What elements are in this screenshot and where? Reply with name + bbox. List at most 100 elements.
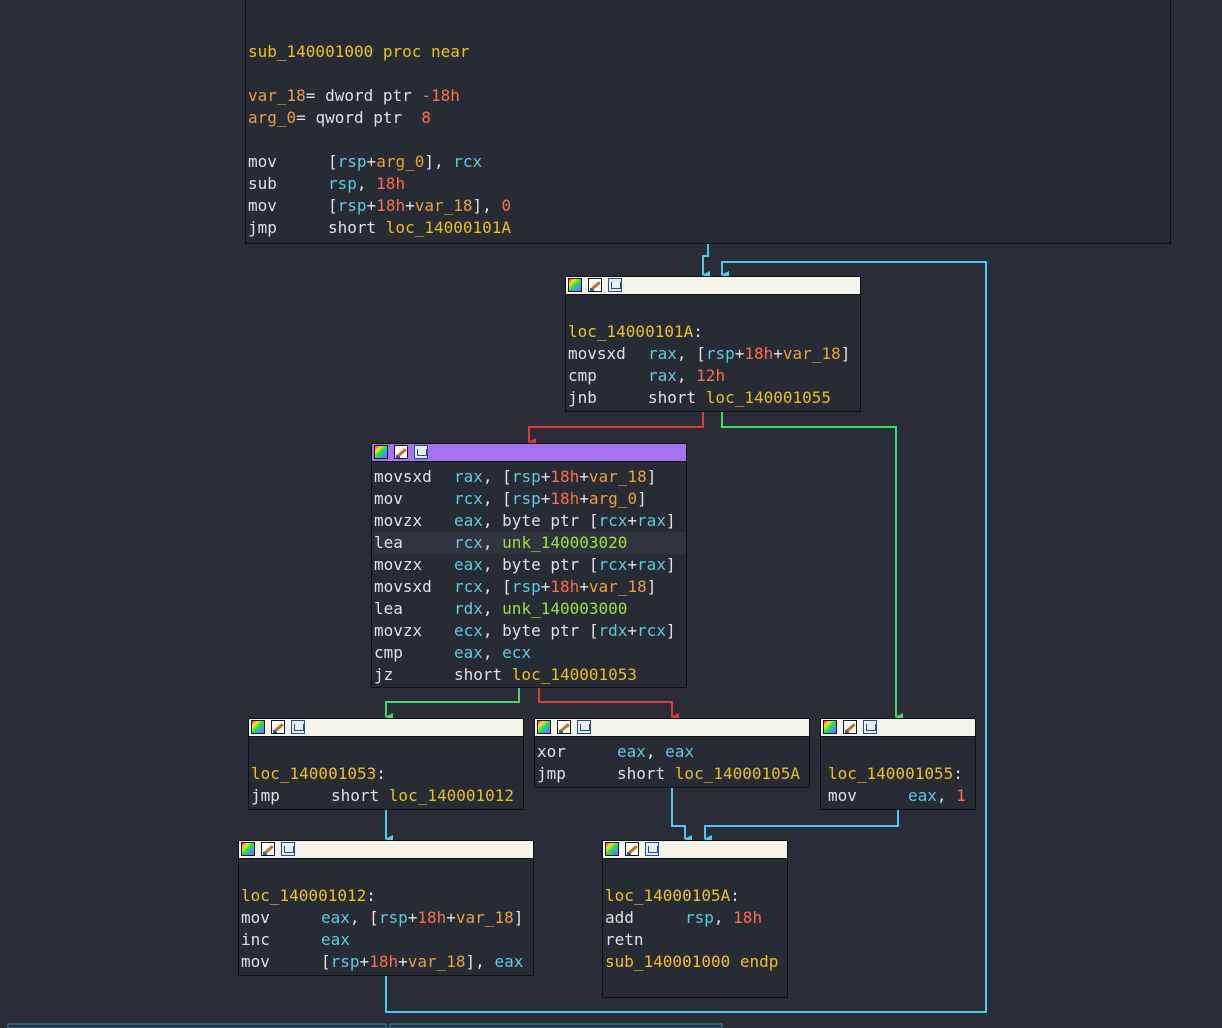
block-header[interactable] [239, 841, 533, 859]
register[interactable]: ecx [502, 643, 531, 662]
block-header-selected[interactable] [372, 444, 686, 462]
edit-icon[interactable] [625, 842, 639, 856]
mnemonic[interactable]: cmp [374, 642, 454, 664]
edit-icon[interactable] [394, 445, 408, 459]
register[interactable]: rsp [512, 467, 541, 486]
proc-declaration[interactable]: sub_140001000 proc near [248, 41, 1170, 63]
mnemonic[interactable]: jz [374, 664, 454, 686]
immediate[interactable]: 18h [376, 196, 405, 215]
register[interactable]: rax [648, 366, 677, 385]
register[interactable]: eax [494, 952, 523, 971]
edit-icon[interactable] [843, 720, 857, 734]
instruction-line[interactable]: retn [605, 929, 787, 951]
immediate[interactable]: 18h [369, 952, 398, 971]
instruction-line[interactable]: movsxd rax, [rsp+18h+var_18] [568, 343, 860, 365]
immediate[interactable]: 18h [376, 174, 405, 193]
mnemonic[interactable]: jmp [537, 763, 617, 785]
color-icon[interactable] [251, 720, 265, 734]
register[interactable]: eax [454, 555, 483, 574]
register[interactable]: rcx [599, 511, 628, 530]
block-label[interactable]: loc_14000101A [568, 322, 693, 341]
mnemonic[interactable]: jnb [568, 387, 648, 409]
code-ref[interactable]: loc_14000101A [386, 218, 511, 237]
arg-decl[interactable]: arg_0= qword ptr 8 [248, 107, 1170, 129]
stack-var[interactable]: var_18 [456, 908, 514, 927]
mnemonic[interactable]: movsxd [374, 576, 454, 598]
graph-icon[interactable] [414, 445, 428, 459]
instruction-line[interactable]: jz short loc_140001053 [374, 664, 686, 686]
block-loc-140001012[interactable]: loc_140001012: mov eax, [rsp+18h+var_18] i… [238, 840, 534, 976]
stack-var[interactable]: var_18 [415, 196, 473, 215]
code-ref[interactable]: loc_140001053 [512, 665, 637, 684]
immediate[interactable]: 18h [550, 489, 579, 508]
edit-icon[interactable] [557, 720, 571, 734]
register[interactable]: rsp [338, 196, 367, 215]
register[interactable]: rax [637, 555, 666, 574]
mnemonic[interactable]: add [605, 907, 685, 929]
block-header[interactable] [249, 719, 523, 737]
instruction-line[interactable]: cmp rax, 12h [568, 365, 860, 387]
keyword[interactable]: short [331, 786, 389, 805]
register[interactable]: rdx [599, 621, 628, 640]
immediate[interactable]: 18h [417, 908, 446, 927]
mnemonic[interactable]: jmp [251, 785, 331, 807]
instruction-line[interactable]: mov [rsp+18h+var_18], eax [241, 951, 533, 973]
edit-icon[interactable] [588, 278, 602, 292]
keyword[interactable]: short [454, 665, 512, 684]
instruction-line[interactable]: mov rcx, [rsp+18h+arg_0] [374, 488, 686, 510]
color-icon[interactable] [568, 278, 582, 292]
edit-icon[interactable] [261, 842, 275, 856]
block-header[interactable] [821, 719, 975, 737]
register[interactable]: rsp [331, 952, 360, 971]
instruction-line[interactable]: xor eax, eax [537, 741, 809, 763]
register[interactable]: eax [665, 742, 694, 761]
instruction-line[interactable]: movsxd rcx, [rsp+18h+var_18] [374, 576, 686, 598]
block-label[interactable]: loc_140001055 [828, 764, 953, 783]
stack-var[interactable]: arg_0 [376, 152, 424, 171]
immediate[interactable]: 18h [744, 344, 773, 363]
stack-var[interactable]: var_18 [408, 952, 466, 971]
instruction-line[interactable]: mov [rsp+18h+var_18], 0 [248, 195, 1170, 217]
immediate[interactable]: 18h [550, 577, 579, 596]
register[interactable]: rcx [453, 152, 482, 171]
register[interactable]: rsp [379, 908, 408, 927]
register[interactable]: rsp [685, 908, 714, 927]
register[interactable]: rax [648, 344, 677, 363]
graph-icon[interactable] [645, 842, 659, 856]
color-icon[interactable] [241, 842, 255, 856]
register[interactable]: eax [321, 908, 350, 927]
instruction-line[interactable]: movsxd rax, [rsp+18h+var_18] [374, 466, 686, 488]
stack-var[interactable]: var_18 [783, 344, 841, 363]
immediate[interactable]: 0 [501, 196, 511, 215]
register[interactable]: rax [454, 467, 483, 486]
mnemonic[interactable]: xor [537, 741, 617, 763]
instruction-line[interactable]: lea rdx, unk_140003000 [374, 598, 686, 620]
mnemonic[interactable]: movsxd [568, 343, 648, 365]
register[interactable]: ecx [454, 621, 483, 640]
stack-var[interactable]: arg_0 [589, 489, 637, 508]
graph-icon[interactable] [863, 720, 877, 734]
instruction-line[interactable]: jnb short loc_140001055 [568, 387, 860, 409]
register[interactable]: rsp [706, 344, 735, 363]
register[interactable]: eax [908, 786, 937, 805]
mnemonic[interactable]: mov [241, 951, 321, 973]
instruction-line[interactable]: mov [rsp+arg_0], rcx [248, 151, 1170, 173]
color-icon[interactable] [374, 445, 388, 459]
mnemonic[interactable]: mov [374, 488, 454, 510]
block-label[interactable]: loc_140001053 [251, 764, 376, 783]
register[interactable]: eax [321, 930, 350, 949]
register[interactable]: rsp [328, 174, 357, 193]
data-ref[interactable]: unk_140003000 [502, 599, 627, 618]
mnemonic[interactable]: mov [241, 907, 321, 929]
register[interactable]: rsp [338, 152, 367, 171]
graph-icon[interactable] [608, 278, 622, 292]
mnemonic[interactable]: mov [248, 195, 328, 217]
mnemonic[interactable]: movzx [374, 510, 454, 532]
register[interactable]: rsp [512, 489, 541, 508]
instruction-line[interactable]: movzx eax, byte ptr [rcx+rax] [374, 510, 686, 532]
color-icon[interactable] [605, 842, 619, 856]
instruction-line[interactable]: movzx ecx, byte ptr [rdx+rcx] [374, 620, 686, 642]
instruction-line[interactable]: inc eax [241, 929, 533, 951]
instruction-line[interactable]: jmp short loc_14000105A [537, 763, 809, 785]
code-ref[interactable]: loc_140001055 [706, 388, 831, 407]
